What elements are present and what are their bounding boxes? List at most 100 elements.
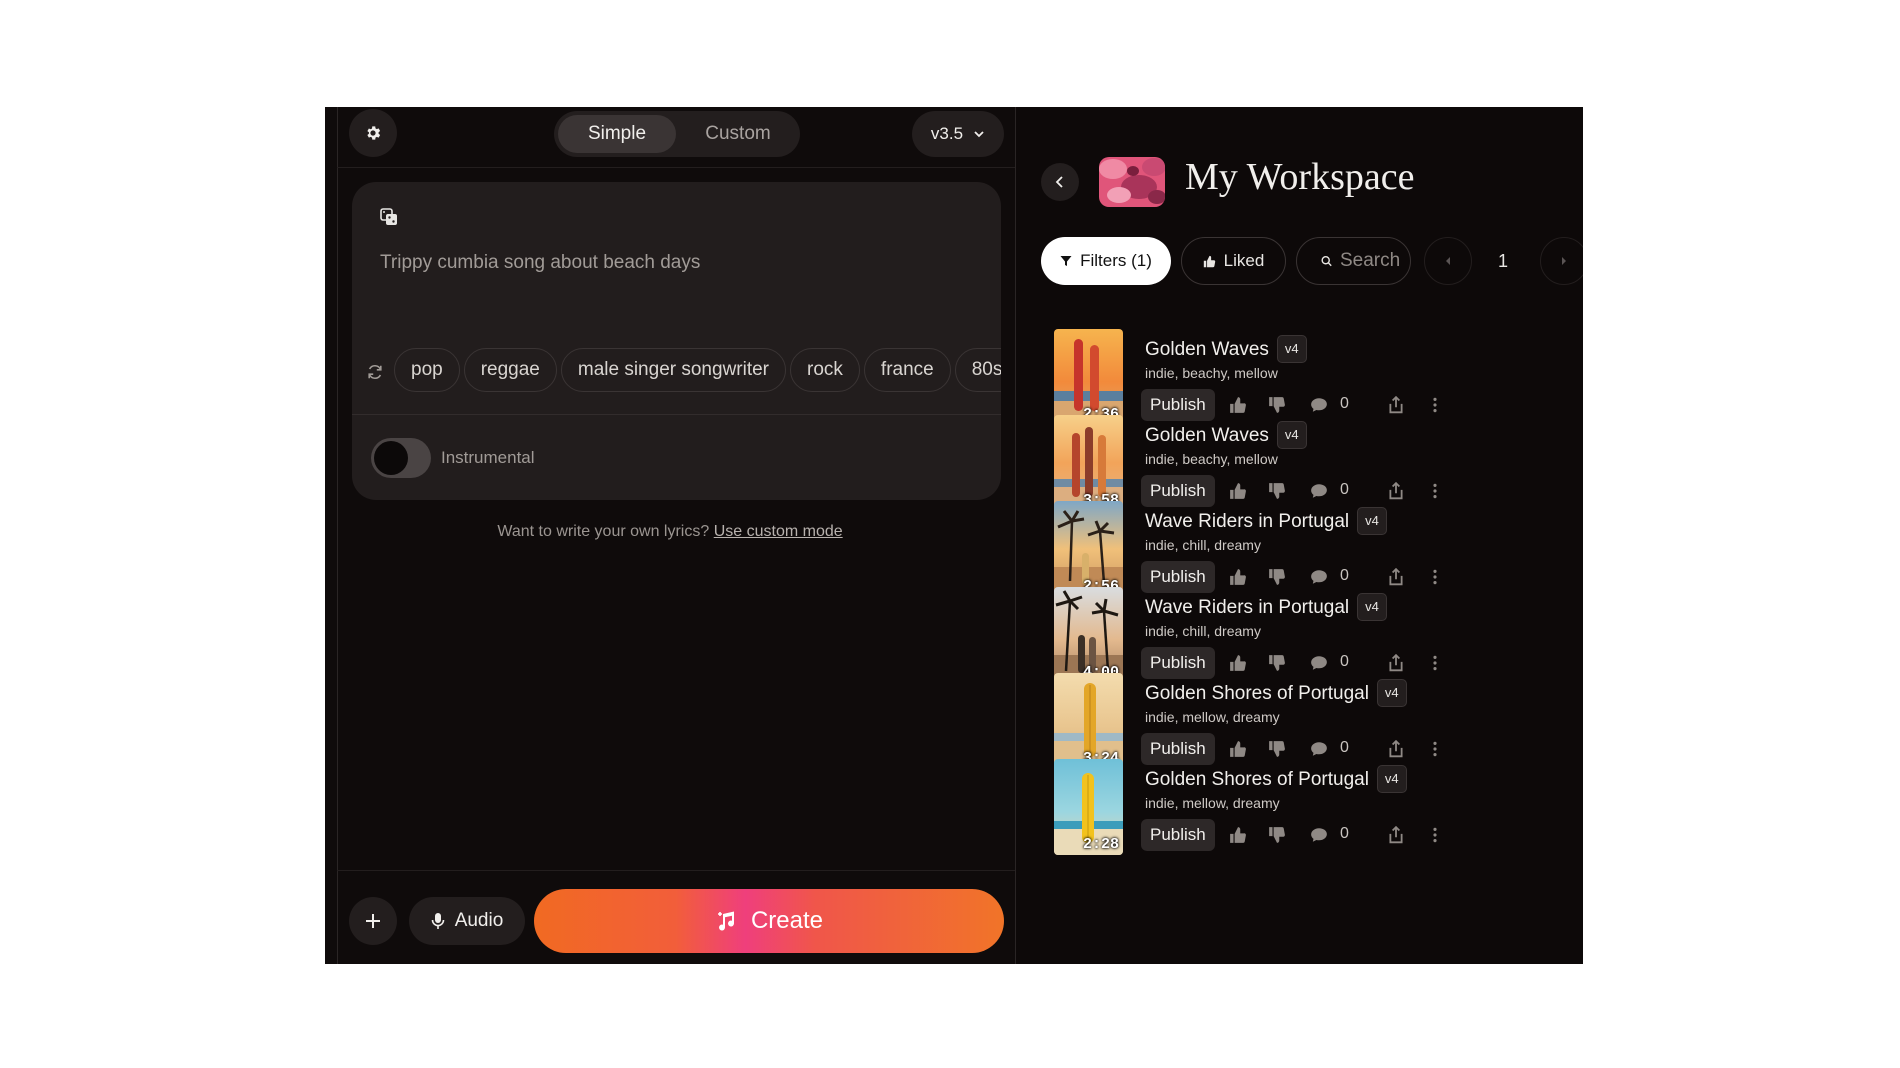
comment-icon[interactable] bbox=[1310, 482, 1328, 500]
tag-chip-reggae[interactable]: reggae bbox=[463, 348, 557, 392]
song-tags: indie, mellow, dreamy bbox=[1145, 709, 1280, 725]
filters-button[interactable]: Filters (1) bbox=[1041, 237, 1171, 285]
more-vertical-icon[interactable] bbox=[1426, 826, 1444, 844]
previous-page-button[interactable] bbox=[1424, 237, 1472, 285]
song-cover[interactable]: 2:28 bbox=[1054, 759, 1123, 855]
back-button[interactable] bbox=[1041, 163, 1079, 201]
song-title[interactable]: Golden Shores of Portugal v4 bbox=[1145, 765, 1407, 793]
caret-left-icon bbox=[1446, 257, 1450, 265]
tag-chip-pop[interactable]: pop bbox=[394, 348, 460, 392]
use-custom-mode-link[interactable]: Use custom mode bbox=[714, 523, 843, 540]
thumbs-up-icon bbox=[1203, 255, 1215, 267]
audio-button[interactable]: Audio bbox=[409, 897, 525, 945]
song-title-text: Golden Waves bbox=[1145, 339, 1269, 360]
version-badge: v4 bbox=[1357, 593, 1387, 621]
refresh-icon[interactable] bbox=[366, 363, 384, 381]
comment-count: 0 bbox=[1340, 395, 1349, 412]
more-vertical-icon[interactable] bbox=[1426, 568, 1444, 586]
share-icon[interactable] bbox=[1387, 826, 1405, 844]
search-icon bbox=[1321, 255, 1332, 267]
tag-chip-rock[interactable]: rock bbox=[790, 348, 860, 392]
song-title[interactable]: Wave Riders in Portugal v4 bbox=[1145, 593, 1387, 621]
more-vertical-icon[interactable] bbox=[1426, 740, 1444, 758]
song-title-text: Wave Riders in Portugal bbox=[1145, 511, 1350, 532]
page-number: 1 bbox=[1497, 250, 1508, 271]
share-icon[interactable] bbox=[1387, 740, 1405, 758]
comment-icon[interactable] bbox=[1310, 654, 1328, 672]
thumbs-up-icon[interactable] bbox=[1229, 482, 1247, 500]
song-row: 4:00 Wave Riders in Portugal v4 indie, ch… bbox=[1015, 587, 1583, 683]
thumbs-down-icon[interactable] bbox=[1268, 568, 1286, 586]
more-vertical-icon[interactable] bbox=[1426, 482, 1444, 500]
publish-button[interactable]: Publish bbox=[1141, 819, 1215, 851]
divider bbox=[352, 414, 1001, 415]
liked-filter-button[interactable]: Liked bbox=[1181, 237, 1286, 285]
toggle-knob bbox=[374, 441, 408, 475]
thumbs-down-icon[interactable] bbox=[1268, 482, 1286, 500]
instrumental-toggle[interactable] bbox=[371, 438, 431, 478]
settings-button[interactable] bbox=[349, 109, 397, 157]
workspace-title: My Workspace bbox=[1185, 156, 1415, 198]
song-cover[interactable]: 2:56 bbox=[1054, 501, 1123, 597]
song-tags: indie, beachy, mellow bbox=[1145, 365, 1278, 381]
next-page-button[interactable] bbox=[1540, 237, 1583, 285]
comment-count: 0 bbox=[1340, 481, 1349, 498]
divider bbox=[337, 167, 1015, 168]
plus-icon bbox=[366, 914, 380, 928]
thumbs-down-icon[interactable] bbox=[1268, 826, 1286, 844]
mode-custom-tab[interactable]: Custom bbox=[680, 115, 796, 153]
thumbs-up-icon[interactable] bbox=[1229, 654, 1247, 672]
instrumental-label: Instrumental bbox=[441, 448, 535, 467]
song-title[interactable]: Golden Waves v4 bbox=[1145, 335, 1307, 363]
comment-count: 0 bbox=[1340, 739, 1349, 756]
share-icon[interactable] bbox=[1387, 396, 1405, 414]
song-cover[interactable]: 2:36 bbox=[1054, 329, 1123, 425]
share-icon[interactable] bbox=[1387, 654, 1405, 672]
thumbs-down-icon[interactable] bbox=[1268, 740, 1286, 758]
share-icon[interactable] bbox=[1387, 482, 1405, 500]
thumbs-up-icon[interactable] bbox=[1229, 740, 1247, 758]
song-cover[interactable]: 3:24 bbox=[1054, 673, 1123, 769]
dice-icon[interactable] bbox=[380, 208, 398, 226]
workspace-panel: My Workspace Filters (1) Liked Search 1 … bbox=[1015, 107, 1583, 964]
song-title[interactable]: Golden Waves v4 bbox=[1145, 421, 1307, 449]
thumbs-up-icon[interactable] bbox=[1229, 396, 1247, 414]
song-row: 2:36 Golden Waves v4 indie, beachy, mello… bbox=[1015, 329, 1583, 425]
workspace-avatar bbox=[1099, 157, 1165, 207]
version-label: v3.5 bbox=[930, 124, 964, 143]
microphone-icon bbox=[431, 913, 444, 929]
search-input[interactable] bbox=[1340, 250, 1410, 272]
song-title[interactable]: Golden Shores of Portugal v4 bbox=[1145, 679, 1407, 707]
thumbs-up-icon[interactable] bbox=[1229, 826, 1247, 844]
song-title-text: Golden Waves bbox=[1145, 425, 1269, 446]
comment-icon[interactable] bbox=[1310, 740, 1328, 758]
comment-count: 0 bbox=[1340, 567, 1349, 584]
song-tags: indie, beachy, mellow bbox=[1145, 451, 1278, 467]
more-vertical-icon[interactable] bbox=[1426, 654, 1444, 672]
search-box[interactable] bbox=[1296, 237, 1411, 285]
create-button[interactable]: Create bbox=[534, 889, 1004, 953]
mode-simple-tab[interactable]: Simple bbox=[558, 115, 676, 153]
comment-icon[interactable] bbox=[1310, 568, 1328, 586]
thumbs-down-icon[interactable] bbox=[1268, 654, 1286, 672]
share-icon[interactable] bbox=[1387, 568, 1405, 586]
song-title[interactable]: Wave Riders in Portugal v4 bbox=[1145, 507, 1387, 535]
prompt-card: pop reggae male singer songwriter rock f… bbox=[352, 182, 1001, 500]
comment-icon[interactable] bbox=[1310, 396, 1328, 414]
liked-label: Liked bbox=[1223, 251, 1265, 270]
filter-icon bbox=[1060, 256, 1072, 266]
song-row: 3:24 Golden Shores of Portugal v4 indie, … bbox=[1015, 673, 1583, 769]
tag-chip-france[interactable]: france bbox=[863, 348, 951, 392]
version-dropdown[interactable]: v3.5 bbox=[912, 111, 1004, 157]
song-description-input[interactable] bbox=[380, 252, 970, 352]
thumbs-down-icon[interactable] bbox=[1268, 396, 1286, 414]
thumbs-up-icon[interactable] bbox=[1229, 568, 1247, 586]
tag-chip-80s[interactable]: 80s m bbox=[954, 348, 1001, 392]
add-button[interactable] bbox=[349, 897, 397, 945]
comment-icon[interactable] bbox=[1310, 826, 1328, 844]
song-cover[interactable]: 4:00 bbox=[1054, 587, 1123, 683]
tag-chip-male-singer-songwriter[interactable]: male singer songwriter bbox=[560, 348, 787, 392]
song-cover[interactable]: 3:58 bbox=[1054, 415, 1123, 511]
more-vertical-icon[interactable] bbox=[1426, 396, 1444, 414]
tag-suggestions: pop reggae male singer songwriter rock f… bbox=[352, 348, 1001, 396]
